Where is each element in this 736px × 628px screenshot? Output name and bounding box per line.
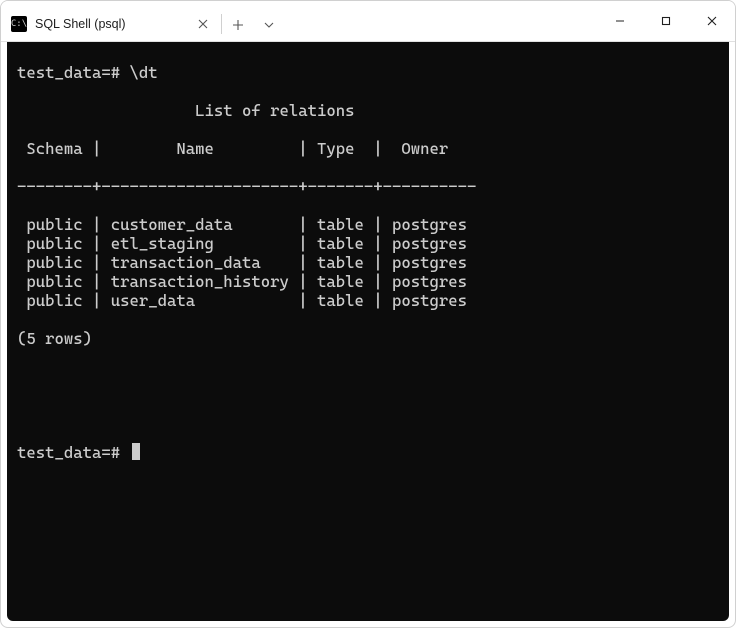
table-row: public | transaction_history | table | p… [7,272,729,291]
tab-psql[interactable]: C:\ SQL Shell (psql) [1,7,221,41]
divider-line: --------+---------------------+-------+-… [7,177,729,196]
table-row: public | customer_data | table | postgre… [7,215,729,234]
titlebar: C:\ SQL Shell (psql) [1,1,735,42]
maximize-button[interactable] [643,1,689,41]
prompt-line-empty: test_data=# [7,443,729,462]
close-tab-button[interactable] [195,16,211,32]
command-text: \dt [130,63,158,82]
window-controls [597,1,735,41]
close-window-button[interactable] [689,1,735,41]
blank-line [7,405,729,424]
new-tab-button[interactable] [222,9,254,41]
app-window: C:\ SQL Shell (psql) [0,0,736,628]
tab-row: C:\ SQL Shell (psql) [1,1,597,41]
cursor [132,443,140,460]
tab-title: SQL Shell (psql) [35,17,187,31]
row-count: (5 rows) [7,329,729,348]
blank-line [7,367,729,386]
minimize-button[interactable] [597,1,643,41]
table-row: public | transaction_data | table | post… [7,253,729,272]
tab-dropdown-button[interactable] [254,9,284,41]
prompt-line: test_data=# \dt [7,63,729,82]
terminal-area[interactable]: test_data=# \dt List of relations Schema… [7,42,729,621]
table-row: public | etl_staging | table | postgres [7,234,729,253]
table-row: public | user_data | table | postgres [7,291,729,310]
terminal-icon: C:\ [11,16,27,32]
columns-header: Schema | Name | Type | Owner [7,139,729,158]
list-heading: List of relations [7,101,729,120]
